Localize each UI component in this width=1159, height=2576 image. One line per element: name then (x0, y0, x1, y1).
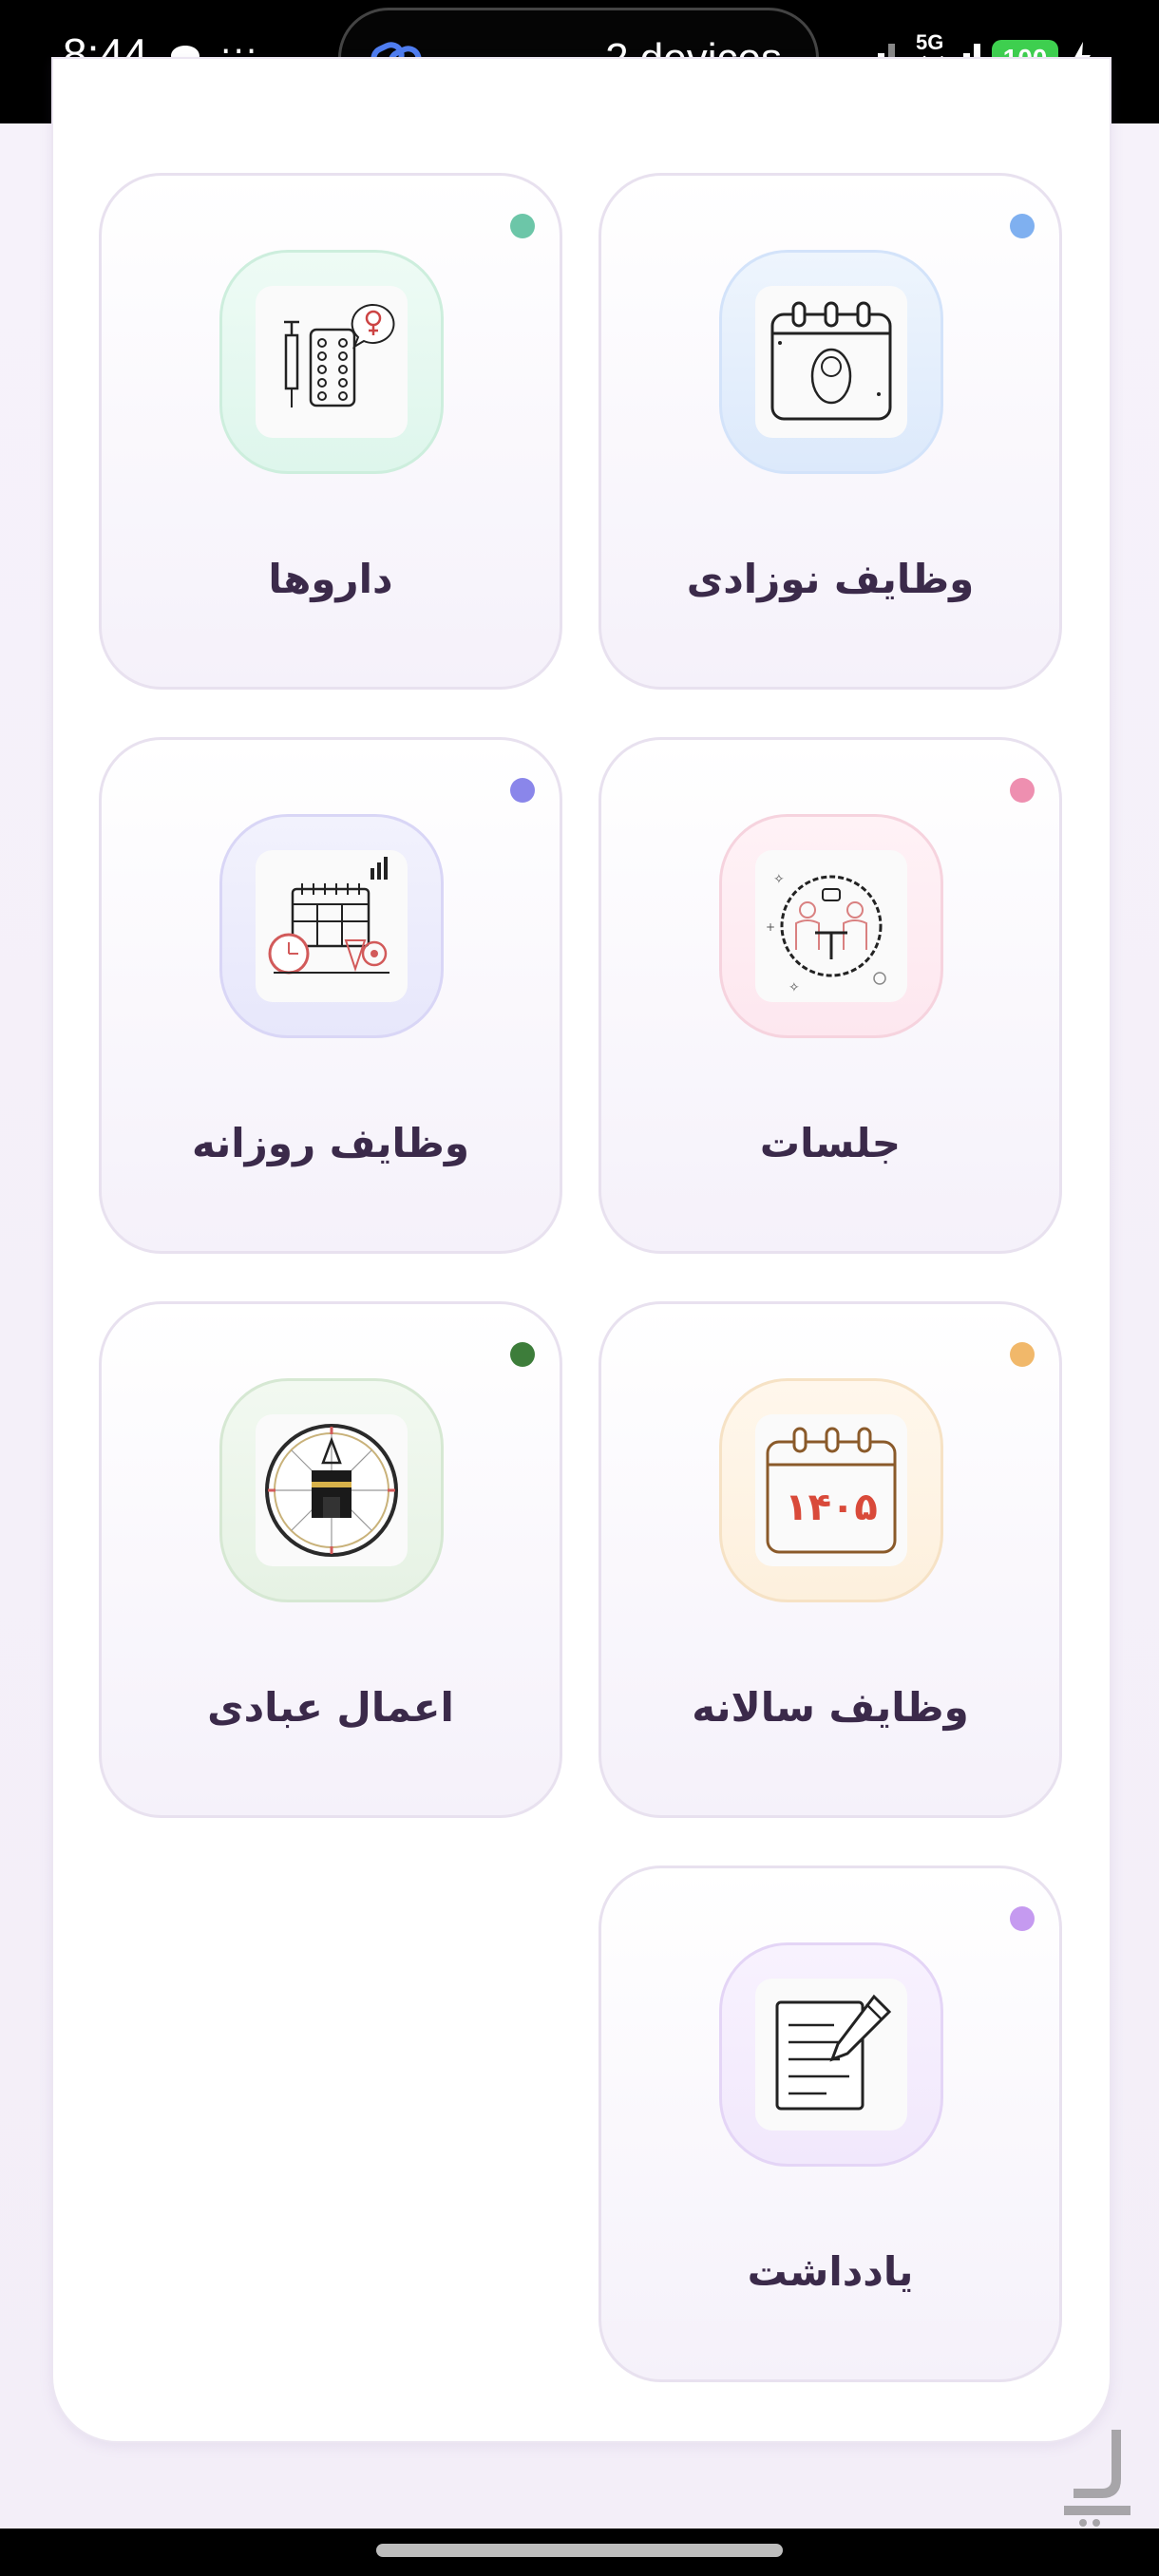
tile-label: اعمال عبادی (207, 1684, 454, 1731)
icon-box (719, 1942, 943, 2167)
qibla-compass-icon (265, 1424, 398, 1557)
medicine-icon (284, 303, 395, 407)
tile-label: وظایف سالانه (692, 1684, 969, 1731)
tile-dot (1010, 1342, 1035, 1367)
icon-box (219, 1378, 444, 1602)
tile-dot (1010, 778, 1035, 803)
icon-box (219, 250, 444, 474)
calendar-year: ۱۴۰۵ (785, 1486, 878, 1529)
tile-dot (510, 778, 535, 803)
tile-sessions[interactable]: ✧ + ✧ جلسات (598, 737, 1062, 1254)
tile-worship[interactable]: اعمال عبادی (99, 1301, 562, 1818)
meeting-icon: ✧ + ✧ (766, 872, 886, 995)
tile-label: وظایف نوزادی (686, 556, 975, 602)
svg-text:+: + (766, 920, 775, 934)
tile-yearly-tasks[interactable]: ۱۴۰۵ وظایف سالانه (598, 1301, 1062, 1818)
tile-label: وظایف روزانه (192, 1120, 469, 1166)
icon-box (219, 814, 444, 1038)
icon-box (719, 250, 943, 474)
yearly-calendar-icon: ۱۴۰۵ (766, 1427, 897, 1554)
daily-schedule-icon (268, 857, 390, 975)
note-icon (775, 1994, 892, 2111)
tile-dot (1010, 214, 1035, 238)
tile-medicines[interactable]: داروها (99, 173, 562, 690)
svg-text:✧: ✧ (773, 872, 785, 887)
categories-card: وظایف نوزادی داروها ✧ + ✧ جلسات وظایف رو… (51, 57, 1112, 2443)
icon-box: ۱۴۰۵ (719, 1378, 943, 1602)
tile-label: یادداشت (747, 2248, 914, 2295)
tile-note[interactable]: یادداشت (598, 1866, 1062, 2382)
tile-baby-tasks[interactable]: وظایف نوزادی (598, 173, 1062, 690)
svg-text:✧: ✧ (788, 980, 800, 995)
network-type: 5G (916, 30, 944, 54)
baby-calendar-icon (770, 301, 892, 421)
icon-box: ✧ + ✧ (719, 814, 943, 1038)
home-indicator[interactable] (376, 2544, 783, 2557)
tile-label: جلسات (759, 1120, 902, 1166)
tile-label: داروها (268, 556, 393, 602)
tile-dot (510, 214, 535, 238)
tile-dot (510, 1342, 535, 1367)
tile-daily-tasks[interactable]: وظایف روزانه (99, 737, 562, 1254)
bazaar-watermark-icon (1064, 2430, 1130, 2527)
tile-dot (1010, 1906, 1035, 1931)
